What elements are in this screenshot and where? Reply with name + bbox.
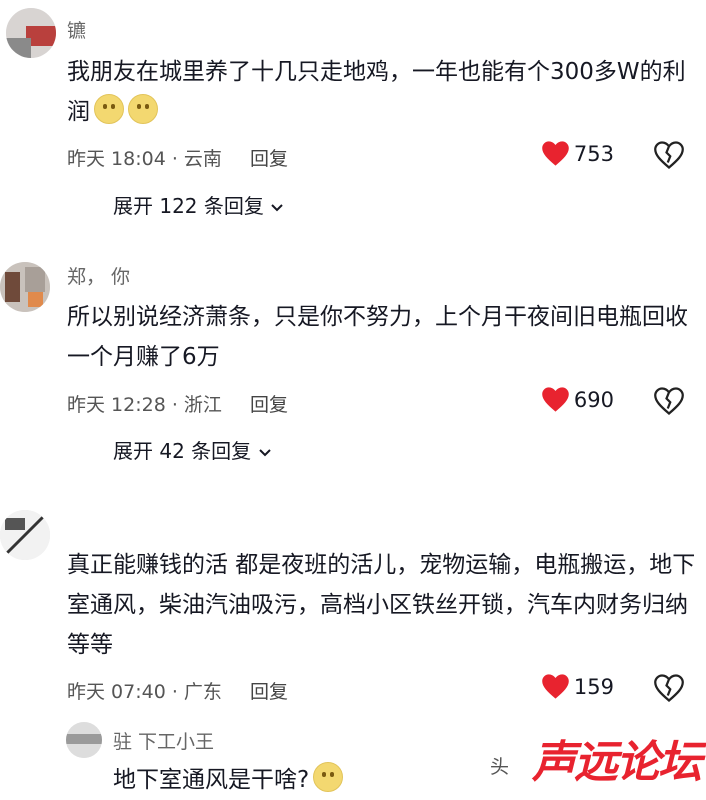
expand-replies-label: 展开 122 条回复 bbox=[113, 194, 264, 218]
expand-replies-button[interactable]: 展开 42 条回复 bbox=[113, 435, 272, 464]
comment-text: 所以别说经济萧条，只是你不努力，上个月干夜间旧电瓶回收一个月赚了6万 bbox=[67, 304, 688, 370]
reply-button[interactable]: 回复 bbox=[250, 394, 288, 416]
avatar[interactable] bbox=[66, 722, 102, 758]
comment-time: 昨天 07:40 bbox=[67, 681, 166, 703]
heart-icon bbox=[542, 387, 569, 412]
comment-text: 真正能赚钱的活 都是夜班的活儿，宠物运输，电瓶搬运，地下室通风，柴油汽油吸污，高… bbox=[67, 552, 696, 658]
username[interactable]: 驻 下工小王 bbox=[113, 727, 214, 754]
username[interactable]: 镳 bbox=[67, 16, 86, 43]
chevron-down-icon bbox=[271, 204, 283, 212]
reply-text-body: 地下室通风是干啥? bbox=[113, 767, 310, 793]
avatar[interactable] bbox=[0, 510, 50, 560]
chevron-down-icon bbox=[258, 449, 271, 457]
watermark: 声远论坛 bbox=[532, 737, 702, 788]
reply-button[interactable]: 回复 bbox=[250, 681, 288, 703]
avatar[interactable] bbox=[6, 8, 56, 58]
like-count: 690 bbox=[573, 387, 614, 412]
like-count: 159 bbox=[573, 674, 614, 699]
thinking-emoji-icon bbox=[313, 762, 344, 792]
dislike-icon[interactable] bbox=[654, 387, 684, 415]
heart-icon bbox=[542, 141, 569, 166]
dislike-icon[interactable] bbox=[654, 141, 684, 169]
comment-time: 昨天 18:04 bbox=[67, 148, 166, 170]
comment-text: 我朋友在城里养了十几只走地鸡，一年也能有个300多W的利润 bbox=[67, 52, 697, 132]
username[interactable]: 郑， 你 bbox=[67, 262, 130, 289]
expand-replies-label: 展开 42 条回复 bbox=[113, 439, 252, 463]
comment-meta: 昨天 12:28 · 浙江 回复 bbox=[67, 394, 288, 416]
comment-location: 浙江 bbox=[183, 394, 222, 416]
dislike-icon[interactable] bbox=[654, 674, 684, 702]
comment-time: 昨天 12:28 bbox=[67, 394, 166, 416]
emoji-icon bbox=[94, 94, 124, 124]
like-button[interactable]: 753 bbox=[541, 140, 614, 167]
like-button[interactable]: 159 bbox=[541, 673, 614, 700]
emoji-icon bbox=[128, 94, 158, 124]
like-count: 753 bbox=[573, 141, 614, 166]
expand-replies-button[interactable]: 展开 122 条回复 bbox=[113, 190, 284, 219]
avatar[interactable] bbox=[0, 262, 50, 312]
comment-meta: 昨天 18:04 · 云南 回复 bbox=[67, 148, 288, 170]
like-button[interactable]: 690 bbox=[541, 386, 614, 413]
comment-text-body: 我朋友在城里养了十几只走地鸡，一年也能有个300多W的利润 bbox=[67, 59, 686, 125]
reply-button[interactable]: 回复 bbox=[250, 148, 288, 170]
comment-location: 云南 bbox=[183, 148, 222, 170]
truncated-text: 头 bbox=[490, 756, 510, 778]
comment-meta: 昨天 07:40 · 广东 回复 bbox=[67, 681, 288, 703]
comment-location: 广东 bbox=[183, 681, 222, 703]
heart-icon bbox=[542, 674, 569, 699]
